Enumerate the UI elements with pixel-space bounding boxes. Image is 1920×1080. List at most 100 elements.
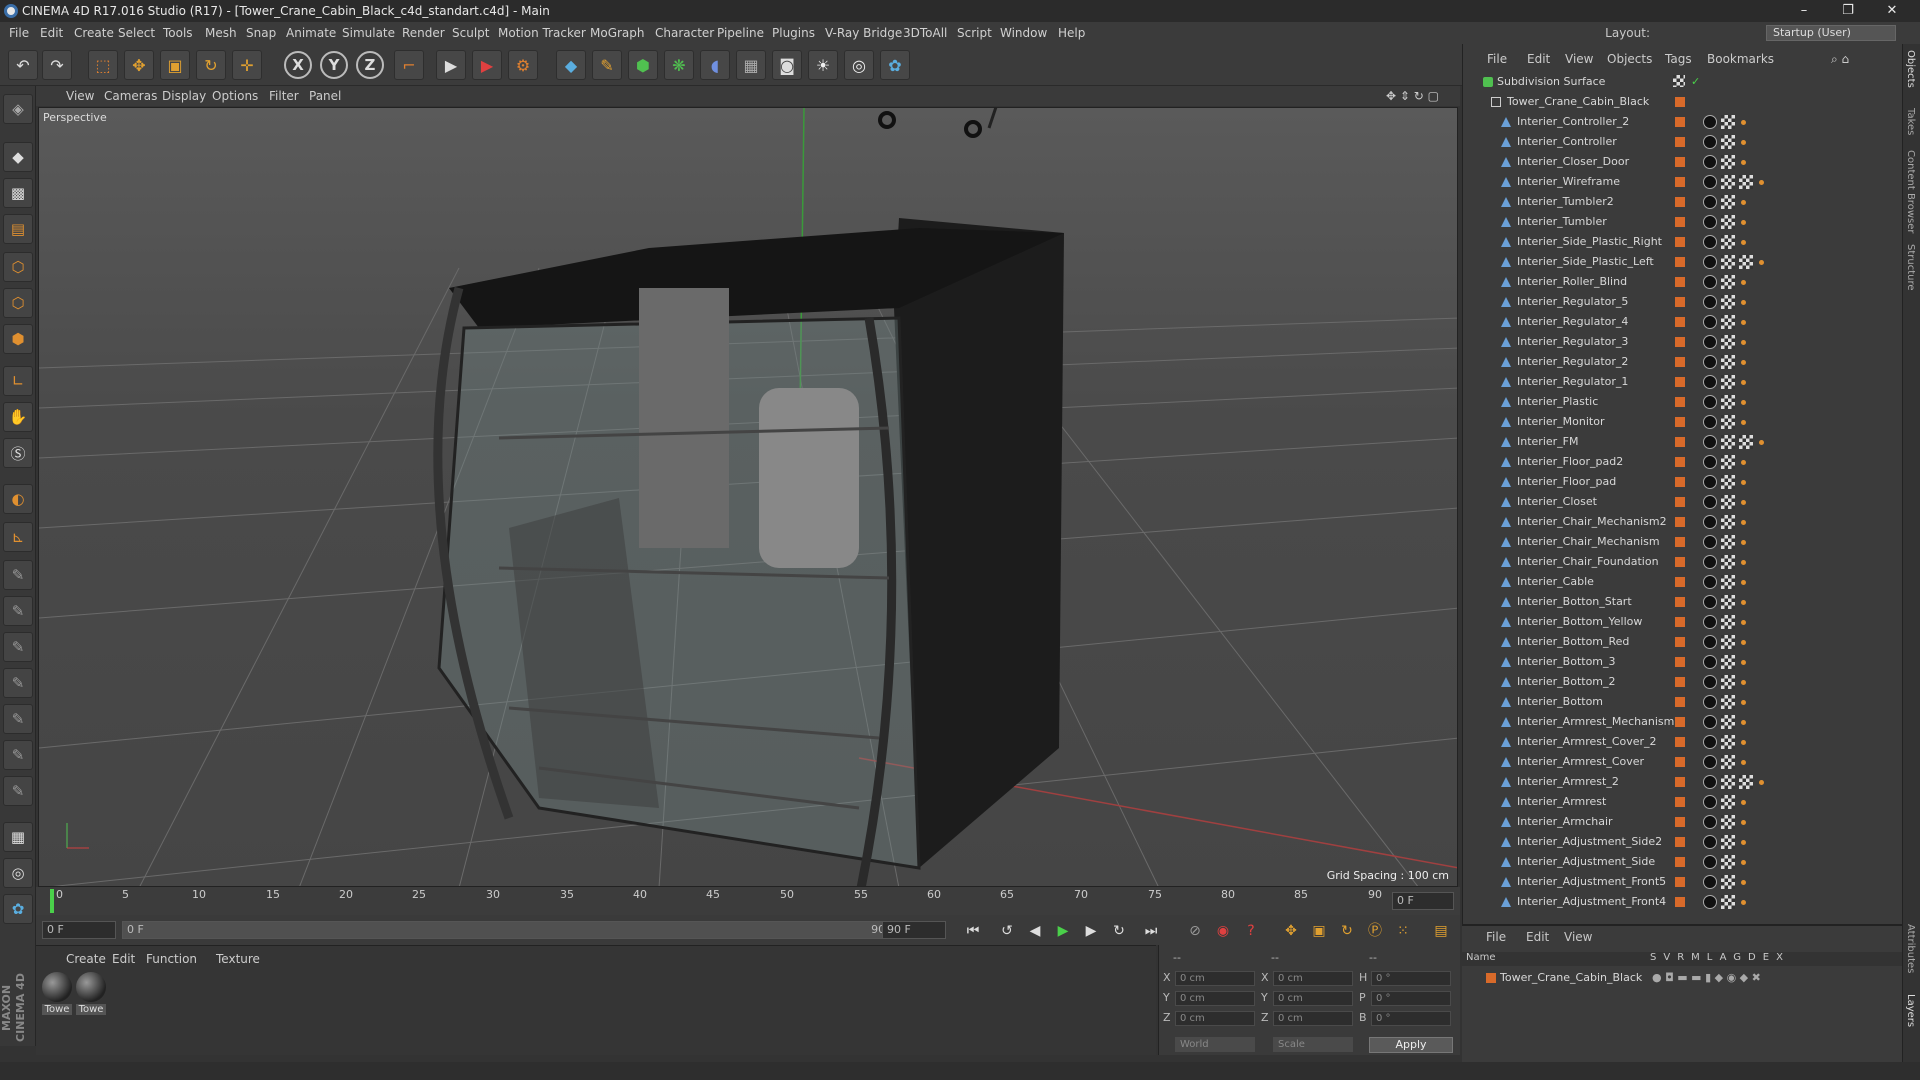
texture-tag-icon[interactable] [1721,635,1735,649]
material-tag-icon[interactable] [1703,535,1717,549]
object-row[interactable]: Interier_Armrest_Cover [1463,752,1893,772]
layer-color-swatch[interactable] [1675,757,1685,767]
menu-help[interactable]: Help [1058,22,1085,44]
z-axis-lock-button[interactable]: Z [356,51,384,79]
texture-tag-icon[interactable] [1721,195,1735,209]
menu-select[interactable]: Select [118,22,155,44]
layer-color-swatch[interactable] [1675,217,1685,227]
previous-frame-icon[interactable]: ◀ [1024,920,1046,942]
material-tag-icon[interactable] [1703,495,1717,509]
phong-tag-icon[interactable] [1741,420,1746,425]
material-tag-icon[interactable] [1703,815,1717,829]
menu-sculpt[interactable]: Sculpt [452,22,489,44]
phong-tag-icon[interactable] [1741,900,1746,905]
texture-tag-icon[interactable] [1721,495,1735,509]
menu-file[interactable]: File [9,22,29,44]
tab-layers[interactable]: Layers [1905,994,1916,1027]
material-tag-icon[interactable] [1703,335,1717,349]
material-tag-icon[interactable] [1703,215,1717,229]
material-tag-icon[interactable] [1703,415,1717,429]
material-tag-icon[interactable] [1703,735,1717,749]
menu-3dtoall[interactable]: 3DToAll [903,22,947,44]
texture-tag-icon[interactable] [1721,395,1735,409]
layer-color-swatch[interactable] [1675,377,1685,387]
phong-tag-icon[interactable] [1741,760,1746,765]
restore-button[interactable]: ❐ [1826,0,1870,22]
python-script-icon[interactable]: ✿ [3,894,33,924]
texture-tag-icon[interactable] [1721,835,1735,849]
object-row[interactable]: Interier_Bottom_Red [1463,632,1893,652]
undo-icon[interactable]: ↶ [8,50,38,80]
subdivision-surface-icon[interactable]: ⬢ [628,50,658,80]
texture-tag-icon[interactable] [1721,895,1735,909]
material-tag-icon[interactable] [1703,315,1717,329]
tab-objects[interactable]: Objects [1905,50,1916,88]
phong-tag-icon[interactable] [1759,180,1764,185]
key-rotation-icon[interactable]: ↻ [1336,920,1358,942]
next-key-icon[interactable]: ↻ [1108,920,1130,942]
menu-pipeline[interactable]: Pipeline [717,22,764,44]
texture-tag-icon[interactable] [1721,755,1735,769]
texture-tag-icon[interactable] [1721,555,1735,569]
size-x-field[interactable]: 0 cm [1273,971,1353,986]
col-x[interactable]: X [1776,952,1790,963]
phong-tag-icon[interactable] [1741,360,1746,365]
render-view-icon[interactable]: ▶ [436,50,466,80]
phong-tag-icon[interactable] [1741,840,1746,845]
layer-color-swatch[interactable] [1675,277,1685,287]
play-icon[interactable]: ▶ [1052,920,1074,942]
material-tag-icon[interactable] [1703,175,1717,189]
material-tag-icon[interactable] [1703,855,1717,869]
phong-tag-icon[interactable] [1741,460,1746,465]
pinch-brush-icon[interactable]: ✎ [3,740,33,770]
layer-color-swatch[interactable] [1675,597,1685,607]
layer-row[interactable]: Tower_Crane_Cabin_Black ● ◘ ▬ ▬ ▮ ◆ ◉ ◆ … [1462,968,1892,988]
phong-tag-icon[interactable] [1741,860,1746,865]
object-row[interactable]: Interier_Adjustment_Front4 [1463,892,1893,912]
object-row[interactable]: Interier_Bottom_Yellow [1463,612,1893,632]
phong-tag-icon[interactable] [1759,780,1764,785]
object-row[interactable]: Interier_Floor_pad [1463,472,1893,492]
texture-tag-icon[interactable] [1721,155,1735,169]
keyframe-help-icon[interactable]: ? [1240,920,1262,942]
menu-mesh[interactable]: Mesh [205,22,237,44]
material-tag-icon[interactable] [1703,615,1717,629]
menu-create[interactable]: Create [74,22,114,44]
key-position-icon[interactable]: ✥ [1280,920,1302,942]
material-name[interactable]: Towe [76,1004,106,1015]
phong-tag-icon[interactable] [1741,120,1746,125]
menu-snap[interactable]: Snap [246,22,276,44]
layer-color-swatch[interactable] [1675,817,1685,827]
magnet-icon[interactable]: ◐ [3,484,33,514]
texture-tag-icon[interactable] [1721,135,1735,149]
material-tag-icon[interactable] [1703,575,1717,589]
points-mode-icon[interactable]: ⬡ [3,252,33,282]
texture-tag-icon[interactable] [1721,655,1735,669]
perspective-viewport[interactable]: Perspective Grid Spacing : 100 cm [38,107,1458,887]
sculpt-brush-icon[interactable]: ✎ [3,560,33,590]
texture-tag-icon[interactable] [1721,715,1735,729]
autokey-icon[interactable]: ⊘ [1184,920,1206,942]
object-row[interactable]: Interier_Chair_Foundation [1463,552,1893,572]
texture-tag-icon[interactable] [1721,215,1735,229]
phong-tag-icon[interactable] [1741,800,1746,805]
material-tag-icon[interactable] [1703,515,1717,529]
phong-tag-icon[interactable] [1741,220,1746,225]
rot-h-field[interactable]: 0 ° [1371,971,1451,986]
end-frame-field[interactable]: 90 F [882,921,946,939]
layer-color-swatch[interactable] [1675,497,1685,507]
scale-icon[interactable]: ▣ [160,50,190,80]
phong-tag-icon[interactable] [1741,820,1746,825]
key-scale-icon[interactable]: ▣ [1308,920,1330,942]
layer-color-swatch[interactable] [1675,297,1685,307]
light-icon[interactable]: ☀ [808,50,838,80]
texture-tag-icon[interactable] [1721,795,1735,809]
texture-tag-icon[interactable] [1721,335,1735,349]
object-row[interactable]: Interier_Chair_Mechanism2 [1463,512,1893,532]
object-row[interactable]: Interier_Cable [1463,572,1893,592]
render-picture-viewer-icon[interactable]: ▶ [472,50,502,80]
object-row[interactable]: Interier_Side_Plastic_Right [1463,232,1893,252]
record-icon[interactable]: ◉ [1212,920,1234,942]
layer-color-swatch[interactable] [1675,477,1685,487]
obj-menu-objects[interactable]: Objects [1607,50,1652,68]
